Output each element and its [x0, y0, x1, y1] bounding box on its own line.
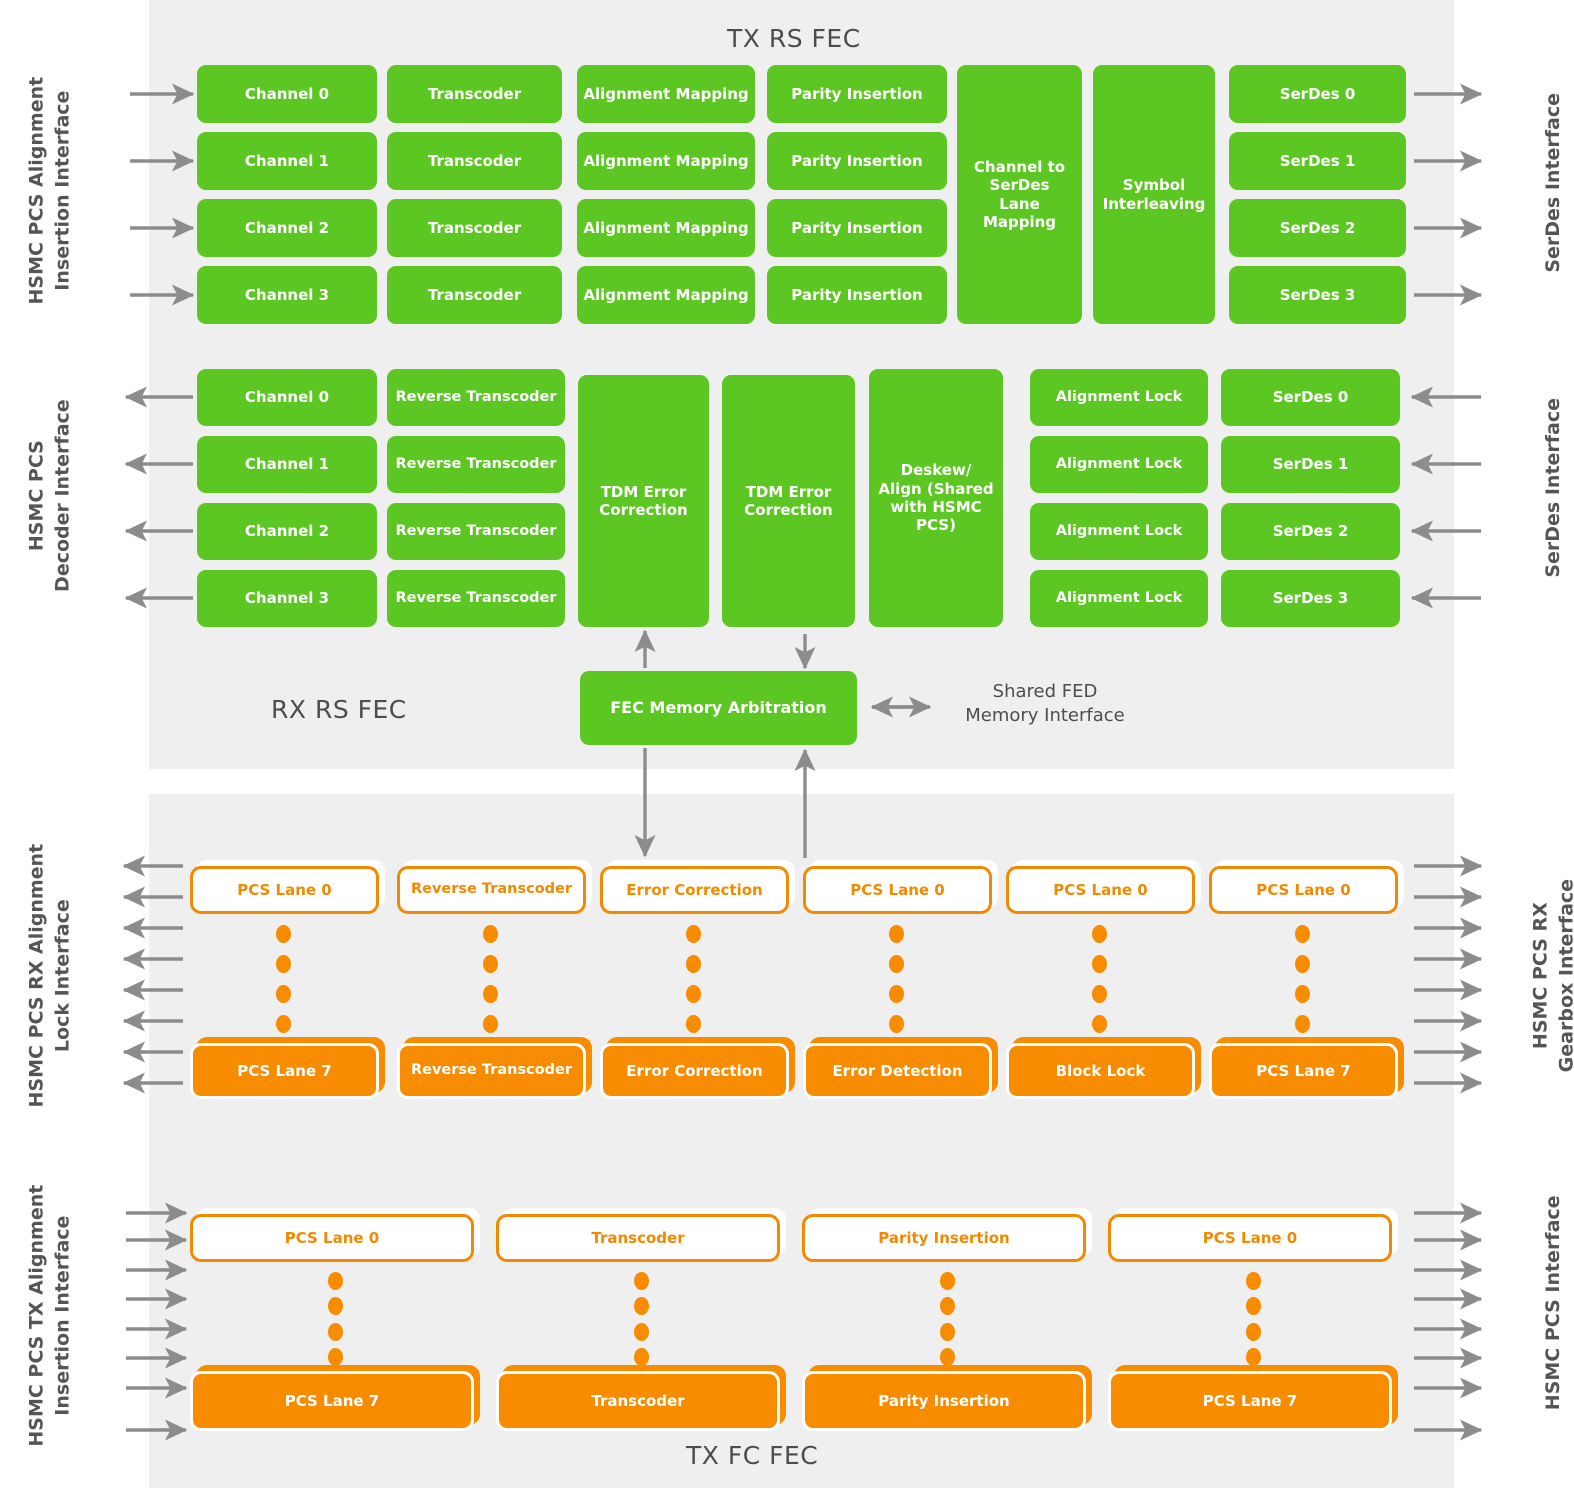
connector-arrows [122, 83, 1483, 1441]
